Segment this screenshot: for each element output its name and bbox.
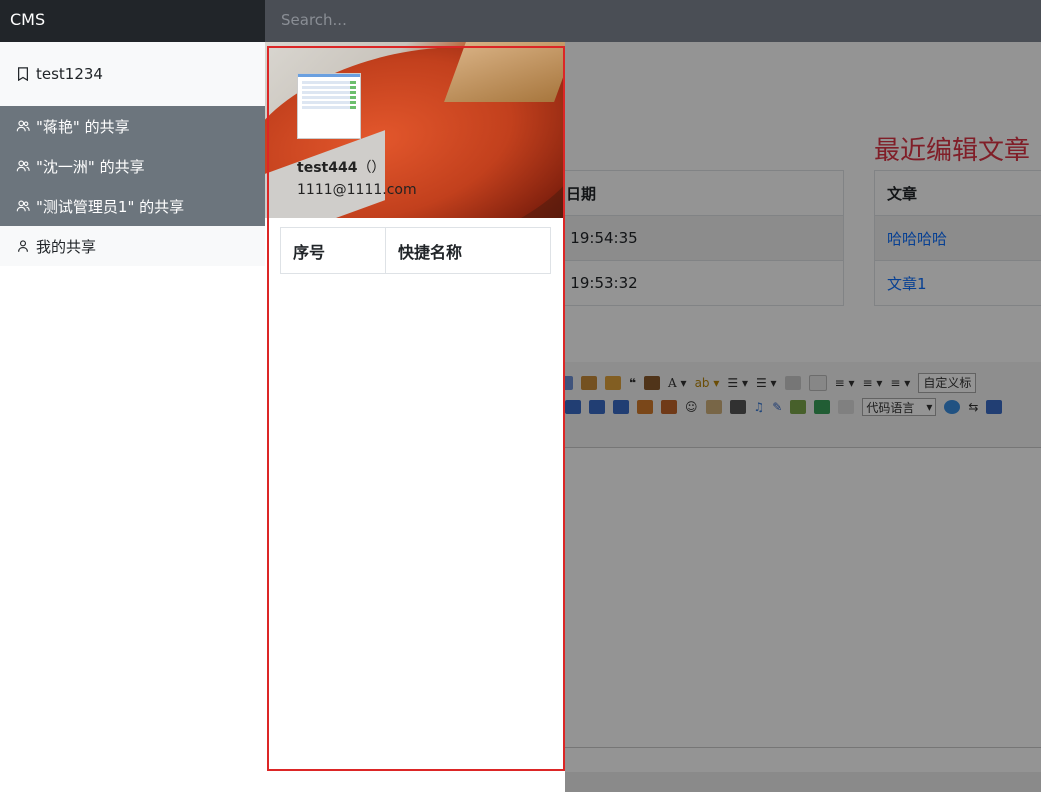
sidebar-item-label: 我的共享: [36, 237, 97, 256]
sidebar-item-my-shares[interactable]: 我的共享: [0, 226, 265, 266]
sidebar-item-shared-jiangyan[interactable]: "蒋艳" 的共享: [0, 106, 265, 146]
search-input[interactable]: Search...: [265, 0, 1041, 42]
bookmark-icon: [18, 67, 28, 81]
sidebar-item-label: "测试管理员1" 的共享: [36, 197, 185, 216]
sidebar: test1234 "蒋艳" 的共享 "沈一洲" 的共享 "测试管理员1" 的共享…: [0, 42, 265, 792]
user-email: 1111@1111.com: [297, 182, 417, 198]
column-header-shortcut-name: 快捷名称: [385, 227, 551, 274]
sidebar-item-label: "沈一洲" 的共享: [36, 157, 145, 176]
cover-image: test444（） 1111@1111.com: [265, 42, 565, 218]
bottom-bar: [565, 772, 1041, 792]
users-icon: [16, 160, 30, 172]
sidebar-item-label: "蒋艳" 的共享: [36, 117, 130, 136]
username-suffix: （）: [357, 160, 386, 176]
sidebar-item-shared-admin1[interactable]: "测试管理员1" 的共享: [0, 186, 265, 226]
sidebar-item-shared-shenyizhou[interactable]: "沈一洲" 的共享: [0, 146, 265, 186]
brand-title[interactable]: CMS: [0, 0, 265, 42]
username-line: test444（）: [297, 157, 385, 177]
username: test444: [297, 160, 358, 176]
user-icon: [18, 240, 28, 252]
sidebar-item-test1234[interactable]: test1234: [0, 42, 265, 106]
shortcut-table: 序号 快捷名称: [280, 227, 551, 274]
user-panel: test444（） 1111@1111.com 序号 快捷名称: [265, 42, 565, 792]
column-header-index: 序号: [280, 227, 386, 274]
sidebar-item-label: test1234: [36, 65, 103, 83]
users-icon: [16, 120, 30, 132]
users-icon: [16, 200, 30, 212]
avatar[interactable]: [297, 73, 361, 139]
